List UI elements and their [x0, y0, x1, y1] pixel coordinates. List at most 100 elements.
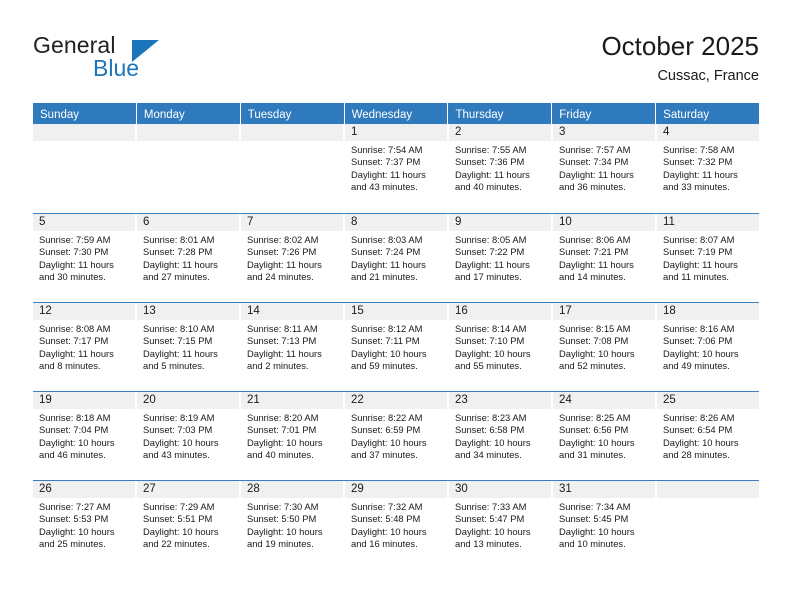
day-sun-info: Sunrise: 7:55 AM Sunset: 7:36 PM Daylight:…	[449, 141, 551, 194]
sunset-text: Sunset: 5:48 PM	[351, 513, 421, 525]
day-cell[interactable]: 23 Sunrise: 8:23 AM Sunset: 6:58 PM Dayligh…	[449, 392, 553, 480]
daylight-text-line2: and 28 minutes.	[663, 449, 730, 461]
day-cell[interactable]: 11 Sunrise: 8:07 AM Sunset: 7:19 PM Dayligh…	[657, 214, 759, 302]
day-cell[interactable]: 4 Sunrise: 7:58 AM Sunset: 7:32 PM Daylight…	[657, 124, 759, 213]
daylight-text-line2: and 2 minutes.	[247, 360, 309, 372]
location-subtitle: Cussac, France	[657, 68, 759, 84]
day-cell[interactable]: 22 Sunrise: 8:22 AM Sunset: 6:59 PM Dayligh…	[345, 392, 449, 480]
daylight-text-line1: Daylight: 11 hours	[663, 168, 738, 180]
day-cell[interactable]: 26 Sunrise: 7:27 AM Sunset: 5:53 PM Dayligh…	[33, 481, 137, 569]
daylight-text-line1: Daylight: 11 hours	[247, 258, 322, 270]
day-sun-info: Sunrise: 8:16 AM Sunset: 7:06 PM Daylight:…	[657, 320, 759, 373]
daylight-text-line1: Daylight: 11 hours	[455, 258, 530, 270]
day-number: 25	[657, 392, 759, 409]
daylight-text-line2: and 21 minutes.	[351, 271, 418, 283]
sunset-text: Sunset: 6:56 PM	[559, 424, 629, 436]
day-number: 30	[449, 481, 551, 498]
daylight-text-line1: Daylight: 10 hours	[247, 525, 323, 537]
day-cell[interactable]: 8 Sunrise: 8:03 AM Sunset: 7:24 PM Daylight…	[345, 214, 449, 302]
daylight-text-line1: Daylight: 10 hours	[39, 525, 115, 537]
sunset-text: Sunset: 7:01 PM	[247, 424, 317, 436]
sunset-text: Sunset: 7:10 PM	[455, 335, 525, 347]
day-cell[interactable]: 29 Sunrise: 7:32 AM Sunset: 5:48 PM Dayligh…	[345, 481, 449, 569]
sunset-text: Sunset: 7:21 PM	[559, 246, 629, 258]
sunset-text: Sunset: 7:26 PM	[247, 246, 317, 258]
day-cell[interactable]: 18 Sunrise: 8:16 AM Sunset: 7:06 PM Dayligh…	[657, 303, 759, 391]
daylight-text-line1: Daylight: 10 hours	[455, 525, 531, 537]
daylight-text-line2: and 34 minutes.	[455, 449, 522, 461]
day-cell[interactable]: 2 Sunrise: 7:55 AM Sunset: 7:36 PM Daylight…	[449, 124, 553, 213]
day-sun-info: Sunrise: 8:25 AM Sunset: 6:56 PM Daylight:…	[553, 409, 655, 462]
weeks-container: 1 Sunrise: 7:54 AM Sunset: 7:37 PM Daylight…	[33, 124, 759, 569]
day-cell[interactable]: 13 Sunrise: 8:10 AM Sunset: 7:15 PM Dayligh…	[137, 303, 241, 391]
day-cell[interactable]: 19 Sunrise: 8:18 AM Sunset: 7:04 PM Dayligh…	[33, 392, 137, 480]
day-cell[interactable]: 7 Sunrise: 8:02 AM Sunset: 7:26 PM Daylight…	[241, 214, 345, 302]
week-row: 26 Sunrise: 7:27 AM Sunset: 5:53 PM Dayligh…	[33, 480, 759, 569]
day-cell[interactable]: 15 Sunrise: 8:12 AM Sunset: 7:11 PM Dayligh…	[345, 303, 449, 391]
day-cell[interactable]: 10 Sunrise: 8:06 AM Sunset: 7:21 PM Dayligh…	[553, 214, 657, 302]
day-cell[interactable]: 1 Sunrise: 7:54 AM Sunset: 7:37 PM Daylight…	[345, 124, 449, 213]
daylight-text-line2: and 33 minutes.	[663, 181, 730, 193]
day-sun-info: Sunrise: 7:27 AM Sunset: 5:53 PM Daylight:…	[33, 498, 135, 551]
daylight-text-line2: and 16 minutes.	[351, 538, 418, 550]
day-cell[interactable]: 3 Sunrise: 7:57 AM Sunset: 7:34 PM Daylight…	[553, 124, 657, 213]
daylight-text-line1: Daylight: 11 hours	[663, 258, 738, 270]
daylight-text-line2: and 55 minutes.	[455, 360, 522, 372]
daylight-text-line1: Daylight: 10 hours	[663, 436, 739, 448]
day-cell[interactable]: 20 Sunrise: 8:19 AM Sunset: 7:03 PM Dayligh…	[137, 392, 241, 480]
day-cell[interactable]: 30 Sunrise: 7:33 AM Sunset: 5:47 PM Dayligh…	[449, 481, 553, 569]
sunset-text: Sunset: 7:19 PM	[663, 246, 733, 258]
daylight-text-line2: and 37 minutes.	[351, 449, 418, 461]
daylight-text-line2: and 10 minutes.	[559, 538, 626, 550]
brand-name-blue: Blue	[93, 55, 140, 81]
day-sun-info: Sunrise: 7:54 AM Sunset: 7:37 PM Daylight:…	[345, 141, 447, 194]
daylight-text-line2: and 46 minutes.	[39, 449, 106, 461]
day-cell[interactable]: 21 Sunrise: 8:20 AM Sunset: 7:01 PM Dayligh…	[241, 392, 345, 480]
day-cell[interactable]: 17 Sunrise: 8:15 AM Sunset: 7:08 PM Dayligh…	[553, 303, 657, 391]
sunset-text: Sunset: 7:08 PM	[559, 335, 629, 347]
day-cell[interactable]: 24 Sunrise: 8:25 AM Sunset: 6:56 PM Dayligh…	[553, 392, 657, 480]
day-number: 10	[553, 214, 655, 231]
day-number: 19	[33, 392, 135, 409]
sunrise-text: Sunrise: 8:05 AM	[455, 234, 527, 245]
day-sun-info: Sunrise: 8:22 AM Sunset: 6:59 PM Daylight:…	[345, 409, 447, 462]
day-number: 24	[553, 392, 655, 409]
day-number: 22	[345, 392, 447, 409]
sunrise-text: Sunrise: 7:32 AM	[351, 501, 423, 512]
daylight-text-line1: Daylight: 10 hours	[455, 436, 531, 448]
brand-logo[interactable]: General Blue	[33, 32, 273, 90]
day-sun-info: Sunrise: 7:33 AM Sunset: 5:47 PM Daylight:…	[449, 498, 551, 551]
sunrise-text: Sunrise: 8:12 AM	[351, 323, 423, 334]
sunrise-text: Sunrise: 7:57 AM	[559, 144, 631, 155]
daylight-text-line1: Daylight: 10 hours	[143, 525, 219, 537]
day-cell[interactable]: 6 Sunrise: 8:01 AM Sunset: 7:28 PM Daylight…	[137, 214, 241, 302]
day-number: 2	[449, 124, 551, 141]
day-cell-empty	[657, 481, 759, 569]
daylight-text-line2: and 8 minutes.	[39, 360, 101, 372]
day-sun-info: Sunrise: 8:06 AM Sunset: 7:21 PM Daylight:…	[553, 231, 655, 284]
day-sun-info: Sunrise: 7:59 AM Sunset: 7:30 PM Daylight:…	[33, 231, 135, 284]
sunrise-text: Sunrise: 8:07 AM	[663, 234, 735, 245]
day-cell[interactable]: 12 Sunrise: 8:08 AM Sunset: 7:17 PM Dayligh…	[33, 303, 137, 391]
day-sun-info: Sunrise: 7:58 AM Sunset: 7:32 PM Daylight:…	[657, 141, 759, 194]
day-sun-info: Sunrise: 8:23 AM Sunset: 6:58 PM Daylight:…	[449, 409, 551, 462]
day-number: 8	[345, 214, 447, 231]
day-cell[interactable]: 27 Sunrise: 7:29 AM Sunset: 5:51 PM Dayligh…	[137, 481, 241, 569]
day-cell[interactable]: 31 Sunrise: 7:34 AM Sunset: 5:45 PM Dayligh…	[553, 481, 657, 569]
day-cell[interactable]: 14 Sunrise: 8:11 AM Sunset: 7:13 PM Dayligh…	[241, 303, 345, 391]
day-number: 20	[137, 392, 239, 409]
day-number: 16	[449, 303, 551, 320]
day-cell[interactable]: 28 Sunrise: 7:30 AM Sunset: 5:50 PM Dayligh…	[241, 481, 345, 569]
day-cell[interactable]: 5 Sunrise: 7:59 AM Sunset: 7:30 PM Daylight…	[33, 214, 137, 302]
weekday-header-friday: Friday	[552, 103, 657, 124]
calendar-page: General Blue October 2025 Cussac, France…	[0, 0, 792, 612]
page-header: General Blue October 2025 Cussac, France	[33, 30, 759, 92]
sunset-text: Sunset: 5:53 PM	[39, 513, 109, 525]
daylight-text-line1: Daylight: 11 hours	[143, 258, 218, 270]
sunset-text: Sunset: 7:37 PM	[351, 156, 421, 168]
week-row: 19 Sunrise: 8:18 AM Sunset: 7:04 PM Dayligh…	[33, 391, 759, 480]
day-cell[interactable]: 25 Sunrise: 8:26 AM Sunset: 6:54 PM Dayligh…	[657, 392, 759, 480]
day-cell[interactable]: 9 Sunrise: 8:05 AM Sunset: 7:22 PM Daylight…	[449, 214, 553, 302]
day-cell[interactable]: 16 Sunrise: 8:14 AM Sunset: 7:10 PM Dayligh…	[449, 303, 553, 391]
sunset-text: Sunset: 7:06 PM	[663, 335, 733, 347]
